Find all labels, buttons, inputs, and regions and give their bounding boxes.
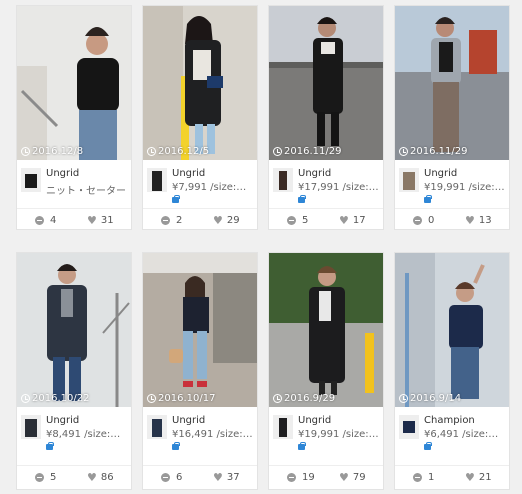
item-price-size: ¥17,991 /size:…: [298, 182, 379, 193]
comment-count: 5: [302, 215, 309, 226]
clock-icon: [273, 394, 282, 403]
outfit-photo[interactable]: 2016.12/5: [143, 6, 257, 160]
shopping-bag-icon[interactable]: [46, 442, 54, 450]
post-date: 2016.10/17: [147, 393, 215, 404]
coordinate-card[interactable]: 2016.9/14 Champion ¥6,491 /size:… 1 ♥ 21: [394, 252, 510, 490]
coordinate-card[interactable]: 2016.9/29 Ungrid ¥19,991 /size:… 19 ♥ 79: [268, 252, 384, 490]
outfit-photo[interactable]: 2016.12/8: [17, 6, 131, 160]
clock-icon: [273, 147, 282, 156]
heart-icon[interactable]: ♥: [465, 215, 475, 226]
coordinate-card[interactable]: 2016.11/29 Ungrid ¥17,991 /size:… 5 ♥ 17: [268, 5, 384, 230]
heart-icon[interactable]: ♥: [87, 472, 97, 483]
shopping-bag-icon[interactable]: [298, 442, 306, 450]
heart-icon[interactable]: ♥: [339, 215, 349, 226]
outfit-photo[interactable]: 2016.10/22: [17, 253, 131, 407]
item-price-size: ¥19,991 /size:…: [298, 429, 379, 440]
comment-count: 1: [428, 472, 435, 483]
like-count: 29: [226, 215, 240, 226]
clock-icon: [399, 394, 408, 403]
coordinate-card[interactable]: 2016.10/17 Ungrid ¥16,491 /size:… 6 ♥ 37: [142, 252, 258, 490]
brand-name[interactable]: Ungrid: [46, 168, 79, 179]
shopping-bag-icon[interactable]: [172, 442, 180, 450]
item-price-size: ¥16,491 /size:…: [172, 429, 253, 440]
post-date: 2016.9/14: [399, 393, 461, 404]
post-date: 2016.9/29: [273, 393, 335, 404]
outfit-photo[interactable]: 2016.9/14: [395, 253, 509, 407]
post-date: 2016.12/5: [147, 146, 209, 157]
item-thumbnail[interactable]: [273, 168, 293, 192]
comment-icon[interactable]: [287, 473, 296, 482]
clock-icon: [147, 394, 156, 403]
like-count: 37: [226, 472, 240, 483]
comment-icon[interactable]: [161, 473, 170, 482]
coordinate-card[interactable]: 2016.10/22 Ungrid ¥8,491 /size:… 5 ♥ 86: [16, 252, 132, 490]
heart-icon[interactable]: ♥: [213, 472, 223, 483]
like-count: 79: [352, 472, 366, 483]
heart-icon[interactable]: ♥: [339, 472, 349, 483]
brand-name[interactable]: Ungrid: [298, 415, 331, 426]
coordinate-card[interactable]: 2016.12/8 Ungrid ニット・セーター 4 ♥ 31: [16, 5, 132, 230]
comment-count: 0: [428, 215, 435, 226]
item-category: ニット・セーター: [46, 186, 126, 197]
post-date: 2016.11/29: [273, 146, 341, 157]
item-price-size: ¥7,991 /size:…: [172, 182, 247, 193]
like-count: 21: [478, 472, 492, 483]
coordinate-card[interactable]: 2016.12/5 Ungrid ¥7,991 /size:… 2 ♥ 29: [142, 5, 258, 230]
item-thumbnail[interactable]: [399, 168, 419, 192]
post-date: 2016.10/22: [21, 393, 89, 404]
heart-icon[interactable]: ♥: [213, 215, 223, 226]
outfit-photo[interactable]: 2016.9/29: [269, 253, 383, 407]
like-count: 13: [478, 215, 492, 226]
clock-icon: [21, 394, 30, 403]
item-thumbnail[interactable]: [147, 415, 167, 439]
shopping-bag-icon[interactable]: [424, 195, 432, 203]
clock-icon: [147, 147, 156, 156]
item-thumbnail[interactable]: [399, 415, 419, 439]
brand-name[interactable]: Champion: [424, 415, 475, 426]
comment-icon[interactable]: [161, 216, 170, 225]
like-count: 17: [352, 215, 366, 226]
comment-count: 2: [176, 215, 183, 226]
shopping-bag-icon[interactable]: [172, 195, 180, 203]
comment-icon[interactable]: [35, 216, 44, 225]
brand-name[interactable]: Ungrid: [298, 168, 331, 179]
item-thumbnail[interactable]: [147, 168, 167, 192]
outfit-photo[interactable]: 2016.11/29: [395, 6, 509, 160]
item-thumbnail[interactable]: [21, 168, 41, 192]
item-thumbnail[interactable]: [21, 415, 41, 439]
like-count: 31: [100, 215, 114, 226]
brand-name[interactable]: Ungrid: [172, 168, 205, 179]
heart-icon[interactable]: ♥: [465, 472, 475, 483]
heart-icon[interactable]: ♥: [87, 215, 97, 226]
item-thumbnail[interactable]: [273, 415, 293, 439]
outfit-photo[interactable]: 2016.11/29: [269, 6, 383, 160]
comment-count: 6: [176, 472, 183, 483]
coordinate-card[interactable]: 2016.11/29 Ungrid ¥19,991 /size:… 0 ♥ 13: [394, 5, 510, 230]
comment-icon[interactable]: [35, 473, 44, 482]
comment-count: 4: [50, 215, 57, 226]
post-date: 2016.11/29: [399, 146, 467, 157]
brand-name[interactable]: Ungrid: [424, 168, 457, 179]
brand-name[interactable]: Ungrid: [46, 415, 79, 426]
post-date: 2016.12/8: [21, 146, 83, 157]
like-count: 86: [100, 472, 114, 483]
item-price-size: ¥8,491 /size:…: [46, 429, 121, 440]
shopping-bag-icon[interactable]: [424, 442, 432, 450]
comment-count: 19: [302, 472, 315, 483]
brand-name[interactable]: Ungrid: [172, 415, 205, 426]
shopping-bag-icon[interactable]: [298, 195, 306, 203]
clock-icon: [399, 147, 408, 156]
comment-count: 5: [50, 472, 57, 483]
outfit-photo[interactable]: 2016.10/17: [143, 253, 257, 407]
comment-icon[interactable]: [413, 473, 422, 482]
comment-icon[interactable]: [287, 216, 296, 225]
clock-icon: [21, 147, 30, 156]
comment-icon[interactable]: [413, 216, 422, 225]
item-price-size: ¥19,991 /size:…: [424, 182, 505, 193]
item-price-size: ¥6,491 /size:…: [424, 429, 499, 440]
